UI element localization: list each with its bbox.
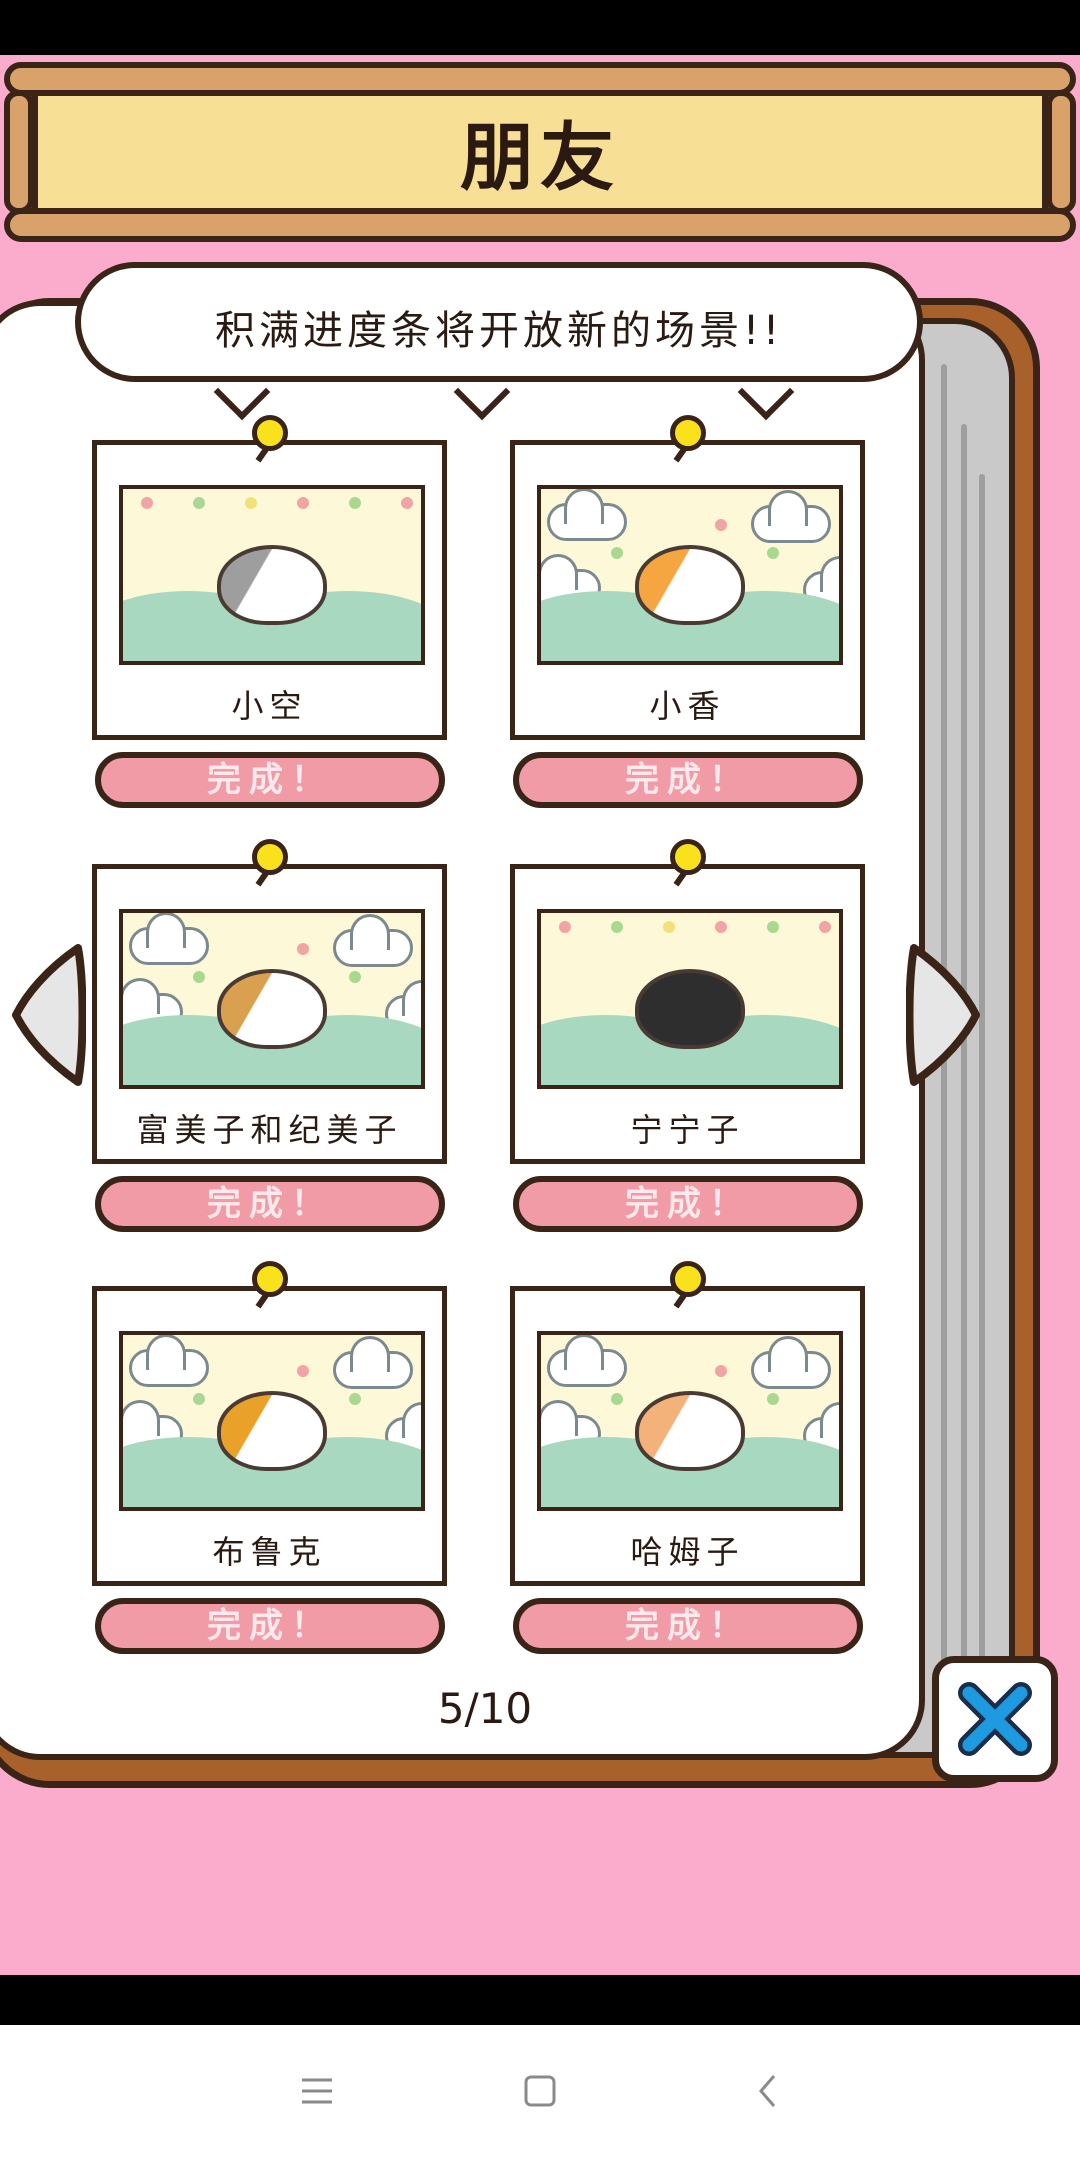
cloud-icon [547, 489, 627, 541]
cat-photo [119, 1331, 425, 1511]
confetti-dot [767, 547, 779, 559]
hint-bubble: 积满进度条将开放新的场景!! [75, 262, 923, 382]
complete-button[interactable]: 完成！ [95, 1176, 445, 1232]
complete-button-label: 完成！ [207, 1606, 333, 1646]
cat-illustration [217, 969, 327, 1049]
complete-button[interactable]: 完成！ [95, 752, 445, 808]
friend-card[interactable]: 布鲁克 [92, 1261, 447, 1586]
cloud-icon [129, 1335, 209, 1387]
pin-icon [669, 839, 706, 875]
confetti-dot [297, 1365, 309, 1377]
confetti-dot [611, 921, 623, 933]
confetti-dot [401, 497, 413, 509]
confetti-dot [349, 971, 361, 983]
cat-name: 哈姆子 [630, 1533, 745, 1571]
cat-photo [119, 485, 425, 665]
square-icon [524, 2075, 556, 2107]
complete-button[interactable]: 完成！ [513, 1176, 863, 1232]
menu-icon [302, 2078, 332, 2104]
complete-button-label: 完成！ [207, 1184, 333, 1224]
cloud-icon [751, 490, 831, 543]
cat-illustration [635, 969, 745, 1049]
system-nav-bar [0, 2025, 1080, 2160]
cat-name: 富美子和纪美子 [136, 1111, 403, 1149]
cat-illustration [635, 545, 745, 625]
confetti-dot [663, 921, 675, 933]
cat-name: 小空 [231, 687, 308, 725]
cat-illustration [217, 545, 327, 625]
friend-card[interactable]: 哈姆子 [510, 1261, 865, 1586]
complete-button-label: 完成！ [625, 1184, 751, 1224]
confetti-dot [193, 1393, 205, 1405]
pin-icon [669, 1261, 706, 1297]
friend-card[interactable]: 小空 [92, 415, 447, 740]
complete-button[interactable]: 完成！ [95, 1598, 445, 1654]
page-title: 朋友 [460, 115, 620, 201]
complete-button-label: 完成！ [625, 760, 751, 800]
confetti-dot [349, 497, 361, 509]
title-rail-bottom [4, 208, 1076, 242]
cloud-icon [333, 1336, 413, 1389]
back-button[interactable] [738, 2061, 798, 2121]
confetti-dot [297, 943, 309, 955]
triangle-right-icon[interactable] [906, 940, 986, 1090]
cloud-icon [547, 1335, 627, 1387]
close-button[interactable] [932, 1656, 1058, 1782]
complete-button-label: 完成！ [625, 1606, 751, 1646]
cat-photo [537, 909, 843, 1089]
title-board: 朋友 [4, 62, 1076, 242]
cloud-icon [333, 914, 413, 967]
cloud-icon [129, 913, 209, 965]
cat-name: 布鲁克 [212, 1533, 327, 1571]
confetti-dot [141, 497, 153, 509]
cat-photo [537, 1331, 843, 1511]
cat-photo [537, 485, 843, 665]
friend-card[interactable]: 小香 [510, 415, 865, 740]
confetti-dot [193, 971, 205, 983]
confetti-dot [611, 547, 623, 559]
cat-photo [119, 909, 425, 1089]
cat-illustration [217, 1391, 327, 1471]
pin-icon [251, 839, 288, 875]
chevron-left-icon [759, 2075, 776, 2107]
confetti-dot [715, 921, 727, 933]
cat-illustration [635, 1391, 745, 1471]
complete-button-label: 完成！ [207, 760, 333, 800]
confetti-dot [297, 497, 309, 509]
confetti-dot [193, 497, 205, 509]
status-bar [0, 0, 1080, 55]
x-icon [958, 1682, 1032, 1756]
confetti-dot [611, 1393, 623, 1405]
confetti-dot [245, 497, 257, 509]
page-indicator: 5/10 [437, 1684, 533, 1733]
confetti-dot [715, 1365, 727, 1377]
home-button[interactable] [510, 2061, 570, 2121]
title-rail-top [4, 62, 1076, 96]
pin-icon [669, 415, 706, 451]
confetti-dot [715, 519, 727, 531]
pin-icon [251, 415, 288, 451]
cat-name: 小香 [649, 687, 726, 725]
confetti-dot [559, 921, 571, 933]
page-edge-line [979, 474, 985, 1734]
confetti-dot [767, 1393, 779, 1405]
friend-card[interactable]: 富美子和纪美子 [92, 839, 447, 1164]
menu-button[interactable] [287, 2061, 347, 2121]
confetti-dot [767, 921, 779, 933]
triangle-left-icon[interactable] [6, 940, 86, 1090]
hint-text: 积满进度条将开放新的场景!! [214, 308, 784, 354]
complete-button[interactable]: 完成！ [513, 752, 863, 808]
cat-name: 宁宁子 [630, 1111, 745, 1149]
bottom-black-band [0, 1975, 1080, 2025]
friend-card[interactable]: 宁宁子 [510, 839, 865, 1164]
confetti-dot [819, 921, 831, 933]
pin-icon [251, 1261, 288, 1297]
cloud-icon [751, 1336, 831, 1389]
complete-button[interactable]: 完成！ [513, 1598, 863, 1654]
confetti-dot [349, 1393, 361, 1405]
